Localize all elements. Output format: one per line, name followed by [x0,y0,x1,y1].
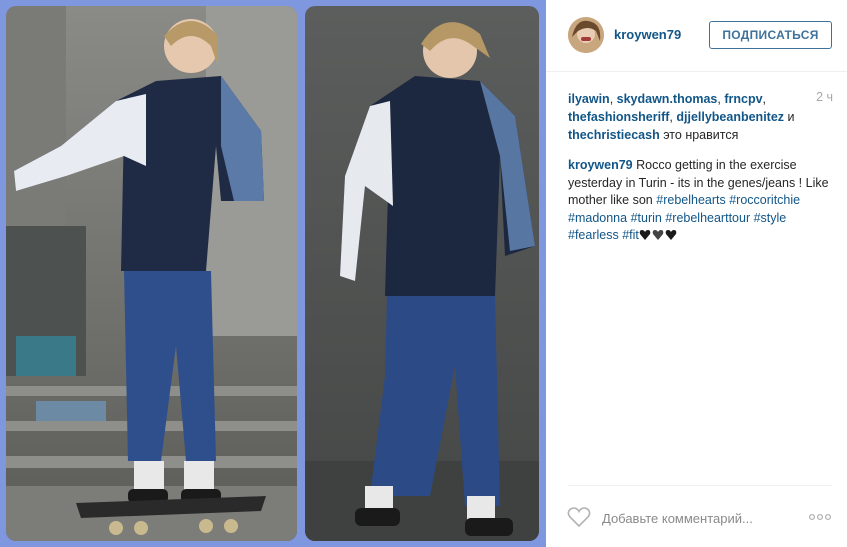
liker-link[interactable]: djjellybeanbenitez [676,110,784,124]
photo-right-image [305,6,539,541]
post-header: kroywen79 ПОДПИСАТЬСЯ [546,0,847,72]
likes-conjunction: и [787,110,795,124]
more-dots-icon[interactable] [808,510,832,524]
liker-link[interactable]: skydawn.thomas [617,92,718,106]
liker-link[interactable]: ilyawin [568,92,610,106]
caption-author[interactable]: kroywen79 [568,158,633,172]
caption: kroywen79 Rocco getting in the exercise … [568,157,840,247]
liker-link[interactable]: frncpv [724,92,762,106]
username-link[interactable]: kroywen79 [614,27,681,42]
follow-button[interactable]: ПОДПИСАТЬСЯ [709,21,832,49]
avatar[interactable] [568,17,604,53]
hashtag-link[interactable]: #fearless [568,228,619,242]
likes-line: ilyawin, skydawn.thomas, frncpv, thefash… [568,92,795,142]
comment-input[interactable] [602,508,792,528]
hashtag-link[interactable]: #fit [622,228,639,242]
hearts-emoji-icon [639,229,677,247]
hashtag-link[interactable]: #roccoritchie [729,193,800,207]
hashtag-link[interactable]: #turin [631,211,662,225]
liker-link[interactable]: thefashionsheriff [568,110,669,124]
hashtag-link[interactable]: #rebelhearttour [665,211,750,225]
photo-right[interactable] [305,6,539,541]
hashtag-link[interactable]: #madonna [568,211,627,225]
post-panel: kroywen79 ПОДПИСАТЬСЯ ilyawin, skydawn.t… [546,0,847,547]
comment-bar [567,485,832,547]
hashtag-link[interactable]: #rebelhearts [656,193,726,207]
likes-suffix: это нравится [663,128,739,142]
hashtag-link[interactable]: #style [754,211,787,225]
heart-outline-icon[interactable] [567,506,591,528]
post-media [0,0,546,547]
avatar-image [568,17,604,53]
post-time[interactable]: 2 ч [816,90,833,104]
photo-left[interactable] [6,6,297,541]
photo-left-image [6,6,297,541]
liker-link[interactable]: thechristiecash [568,128,660,142]
